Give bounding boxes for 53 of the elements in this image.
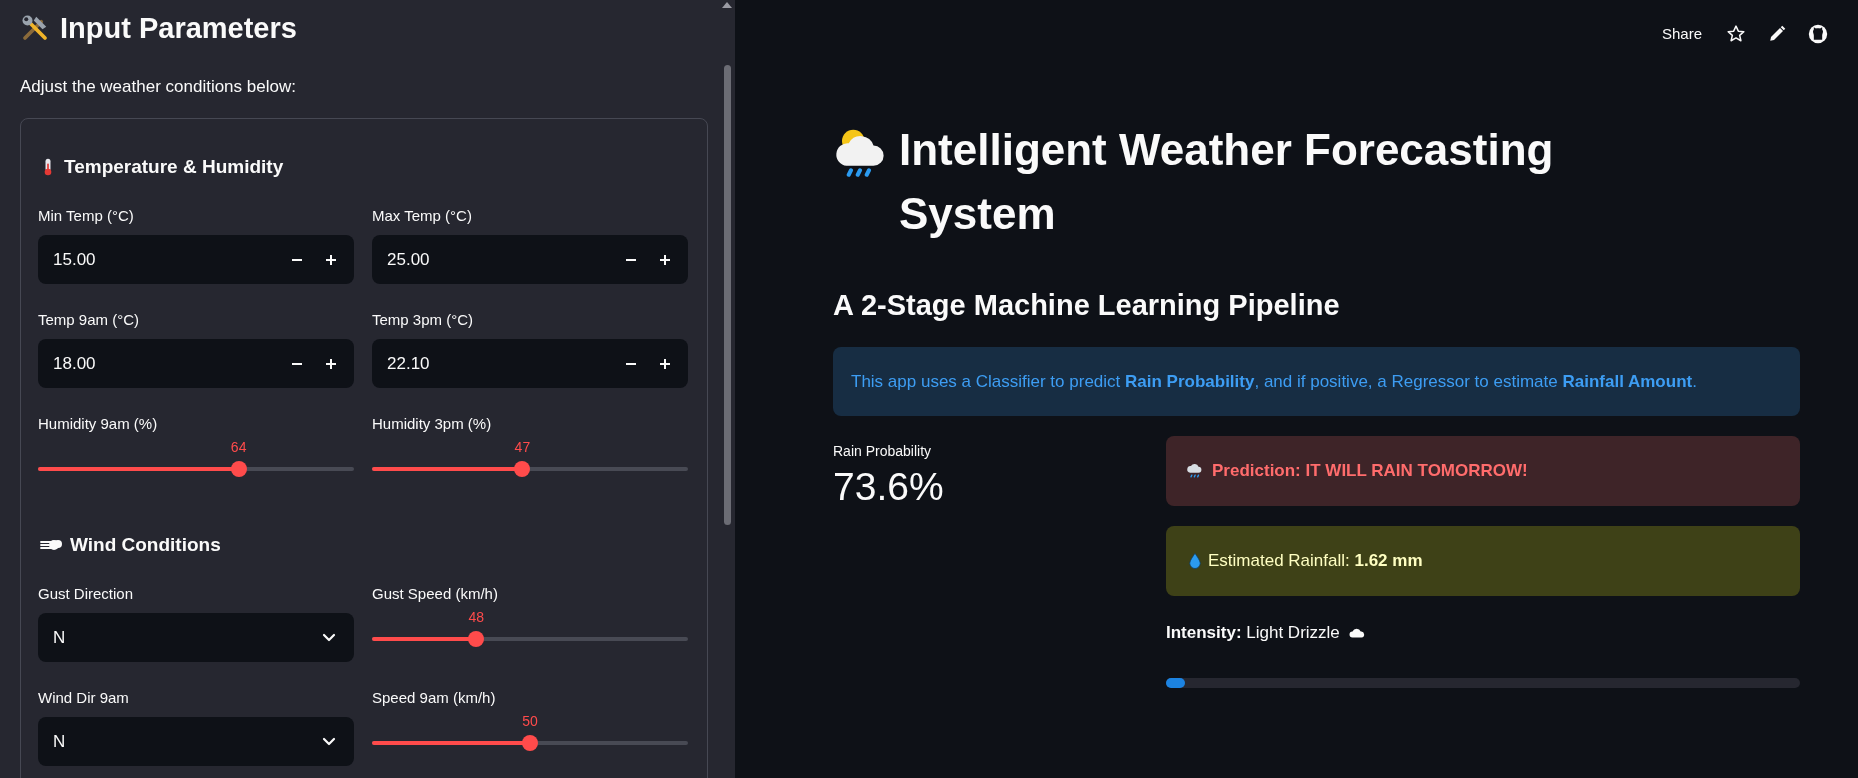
slider-thumb[interactable] <box>514 461 531 477</box>
slider-thumb[interactable] <box>230 461 247 477</box>
section-heading: Temperature & Humidity <box>64 155 284 179</box>
alert-text: Prediction: IT WILL RAIN TOMORROW! <box>1212 460 1528 483</box>
slider-value: 64 <box>230 438 247 456</box>
sidebar-intro: Adjust the weather conditions below: <box>20 76 297 98</box>
field-label: Temp 9am (°C) <box>38 310 140 330</box>
plus-icon <box>325 357 337 370</box>
slider[interactable] <box>372 631 688 647</box>
chevron-down-icon <box>322 737 336 746</box>
slider-thumb[interactable] <box>468 631 485 647</box>
plus-icon <box>325 253 337 266</box>
droplet-icon <box>1186 551 1204 571</box>
slider-value: 47 <box>514 438 531 456</box>
field-label: Humidity 3pm (%) <box>372 414 493 434</box>
plus-icon <box>659 357 671 370</box>
scrollbar-thumb[interactable] <box>724 65 731 525</box>
number-input[interactable]: 18.00 <box>38 339 354 388</box>
star-icon[interactable] <box>1726 24 1746 44</box>
info-text: This app uses a Classifier to predict Rain Probability, and if positive, a Regressor to estimate Rainfall Amount. <box>851 370 1697 393</box>
slider[interactable] <box>372 735 688 751</box>
metric-label: Rain Probability <box>833 442 933 461</box>
alert-text: Estimated Rainfall: 1.62 mm <box>1208 550 1423 573</box>
slider[interactable] <box>372 461 688 477</box>
number-input[interactable]: 22.10 <box>372 339 688 388</box>
dropdown[interactable]: N <box>38 717 354 766</box>
field-label: Min Temp (°C) <box>38 206 135 226</box>
slider-value: 48 <box>468 608 485 626</box>
plus-icon <box>659 253 671 266</box>
metric-value: 73.6% <box>833 464 945 510</box>
tools-icon <box>20 13 50 43</box>
field-label: Gust Speed (km/h) <box>372 584 499 604</box>
dropdown[interactable]: N <box>38 613 354 662</box>
field-label: Temp 3pm (°C) <box>372 310 474 330</box>
share-button[interactable]: Share <box>1659 22 1704 46</box>
section-heading: Wind Conditions <box>70 533 221 557</box>
slider-value: 50 <box>522 712 538 730</box>
chevron-down-icon <box>322 633 336 642</box>
field-label: Max Temp (°C) <box>372 206 473 226</box>
field-label: Humidity 9am (%) <box>38 414 159 434</box>
number-input[interactable]: 15.00 <box>38 235 354 284</box>
field-label: Speed 9am (km/h) <box>372 688 497 708</box>
slider[interactable] <box>38 461 354 477</box>
intensity-text: Intensity: Light Drizzle <box>1166 622 1340 645</box>
pencil-icon[interactable] <box>1768 25 1786 43</box>
field-label: Gust Direction <box>38 584 135 604</box>
sidebar-title: Input Parameters <box>60 11 297 46</box>
slider-thumb[interactable] <box>522 735 538 751</box>
field-label: Wind Dir 9am <box>38 688 130 708</box>
scroll-up-icon[interactable] <box>722 2 732 8</box>
number-input[interactable]: 25.00 <box>372 235 688 284</box>
page-subtitle: A 2-Stage Machine Learning Pipeline <box>833 288 1341 323</box>
page-title: Intelligent Weather Forecasting System <box>899 124 1555 240</box>
